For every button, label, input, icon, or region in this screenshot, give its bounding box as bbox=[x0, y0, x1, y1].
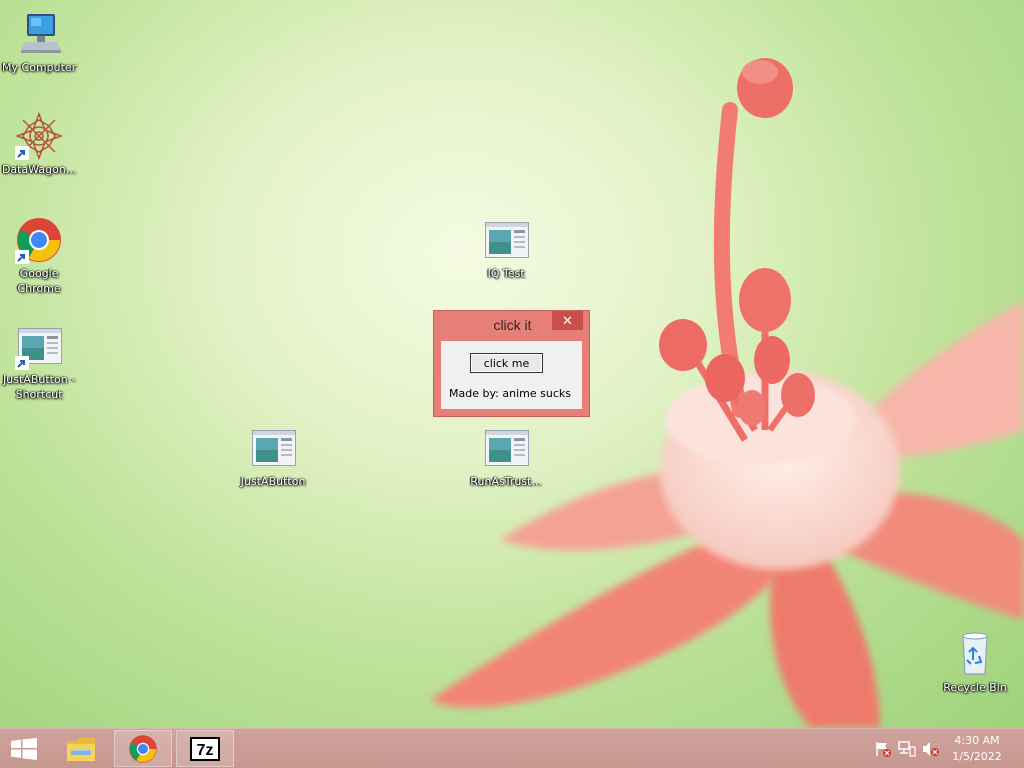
desktop-icon-justabutton[interactable]: JustAButton bbox=[234, 424, 312, 489]
taskbar-clock[interactable]: 4:30 AM 1/5/2022 bbox=[942, 733, 1012, 765]
shortcut-arrow-icon bbox=[15, 146, 29, 160]
clock-time: 4:30 AM bbox=[954, 734, 1000, 747]
desktop-icon-label: JustAButton - Shortcut bbox=[2, 373, 76, 401]
desktop-icon-label: JustAButton bbox=[240, 475, 306, 488]
close-button[interactable]: ✕ bbox=[552, 311, 583, 330]
application-window-icon bbox=[482, 216, 530, 264]
desktop-icon-datawagon[interactable]: DataWagon... bbox=[0, 111, 78, 177]
clock-date: 1/5/2022 bbox=[952, 750, 1002, 763]
dialog-client-area: click me Made by: anime sucks bbox=[441, 341, 582, 409]
application-window-icon bbox=[249, 424, 297, 472]
network-icon[interactable] bbox=[898, 741, 916, 757]
chrome-icon bbox=[129, 734, 157, 763]
desktop-icon-label: IQ Test bbox=[487, 267, 525, 280]
application-window-icon bbox=[15, 322, 63, 370]
volume-muted-icon[interactable] bbox=[922, 741, 940, 757]
desktop-icon-iq-test[interactable]: IQ Test bbox=[467, 216, 545, 281]
recycle-bin-icon bbox=[951, 630, 999, 678]
taskbar-file-explorer-button[interactable] bbox=[52, 730, 110, 767]
action-center-flag-icon[interactable] bbox=[874, 741, 892, 757]
shortcut-arrow-icon bbox=[15, 250, 29, 264]
start-button[interactable] bbox=[0, 730, 48, 767]
desktop-icon-google-chrome[interactable]: Google Chrome bbox=[0, 216, 78, 296]
close-icon: ✕ bbox=[562, 313, 573, 328]
desktop-icon-label: RunAsTrust... bbox=[470, 475, 542, 488]
desktop-icon-label: Recycle Bin bbox=[943, 681, 1007, 694]
desktop-icon-recycle-bin[interactable]: Recycle Bin bbox=[936, 630, 1014, 695]
chrome-icon bbox=[15, 216, 63, 264]
desktop-icon-runastrust[interactable]: RunAsTrust... bbox=[467, 424, 545, 489]
taskbar-7zip-button[interactable]: 7z bbox=[176, 730, 234, 767]
desktop-icon-my-computer[interactable]: My Computer bbox=[0, 10, 78, 75]
7zip-icon: 7z bbox=[190, 736, 220, 761]
file-explorer-icon bbox=[67, 737, 95, 761]
datawagon-mandala-icon bbox=[14, 111, 64, 161]
desktop-icon-justabutton-shortcut[interactable]: JustAButton - Shortcut bbox=[0, 322, 78, 402]
7zip-icon-text: 7z bbox=[197, 742, 214, 759]
windows-logo-icon bbox=[11, 737, 37, 760]
shortcut-arrow-icon bbox=[15, 356, 29, 370]
click-it-dialog[interactable]: click it ✕ click me Made by: anime sucks bbox=[433, 310, 590, 417]
click-me-button[interactable]: click me bbox=[470, 353, 543, 373]
computer-icon bbox=[15, 10, 63, 58]
desktop-icon-label: Google Chrome bbox=[17, 267, 61, 295]
taskbar: 7z 4:30 AM 1/5/2022 bbox=[0, 728, 1024, 768]
taskbar-chrome-button[interactable] bbox=[114, 730, 172, 767]
desktop[interactable]: My Computer DataWagon... Google Chrome J… bbox=[0, 0, 1024, 728]
made-by-label: Made by: anime sucks bbox=[449, 387, 571, 400]
application-window-icon bbox=[482, 424, 530, 472]
desktop-icon-label: DataWagon... bbox=[1, 163, 77, 176]
desktop-icon-label: My Computer bbox=[1, 61, 77, 74]
